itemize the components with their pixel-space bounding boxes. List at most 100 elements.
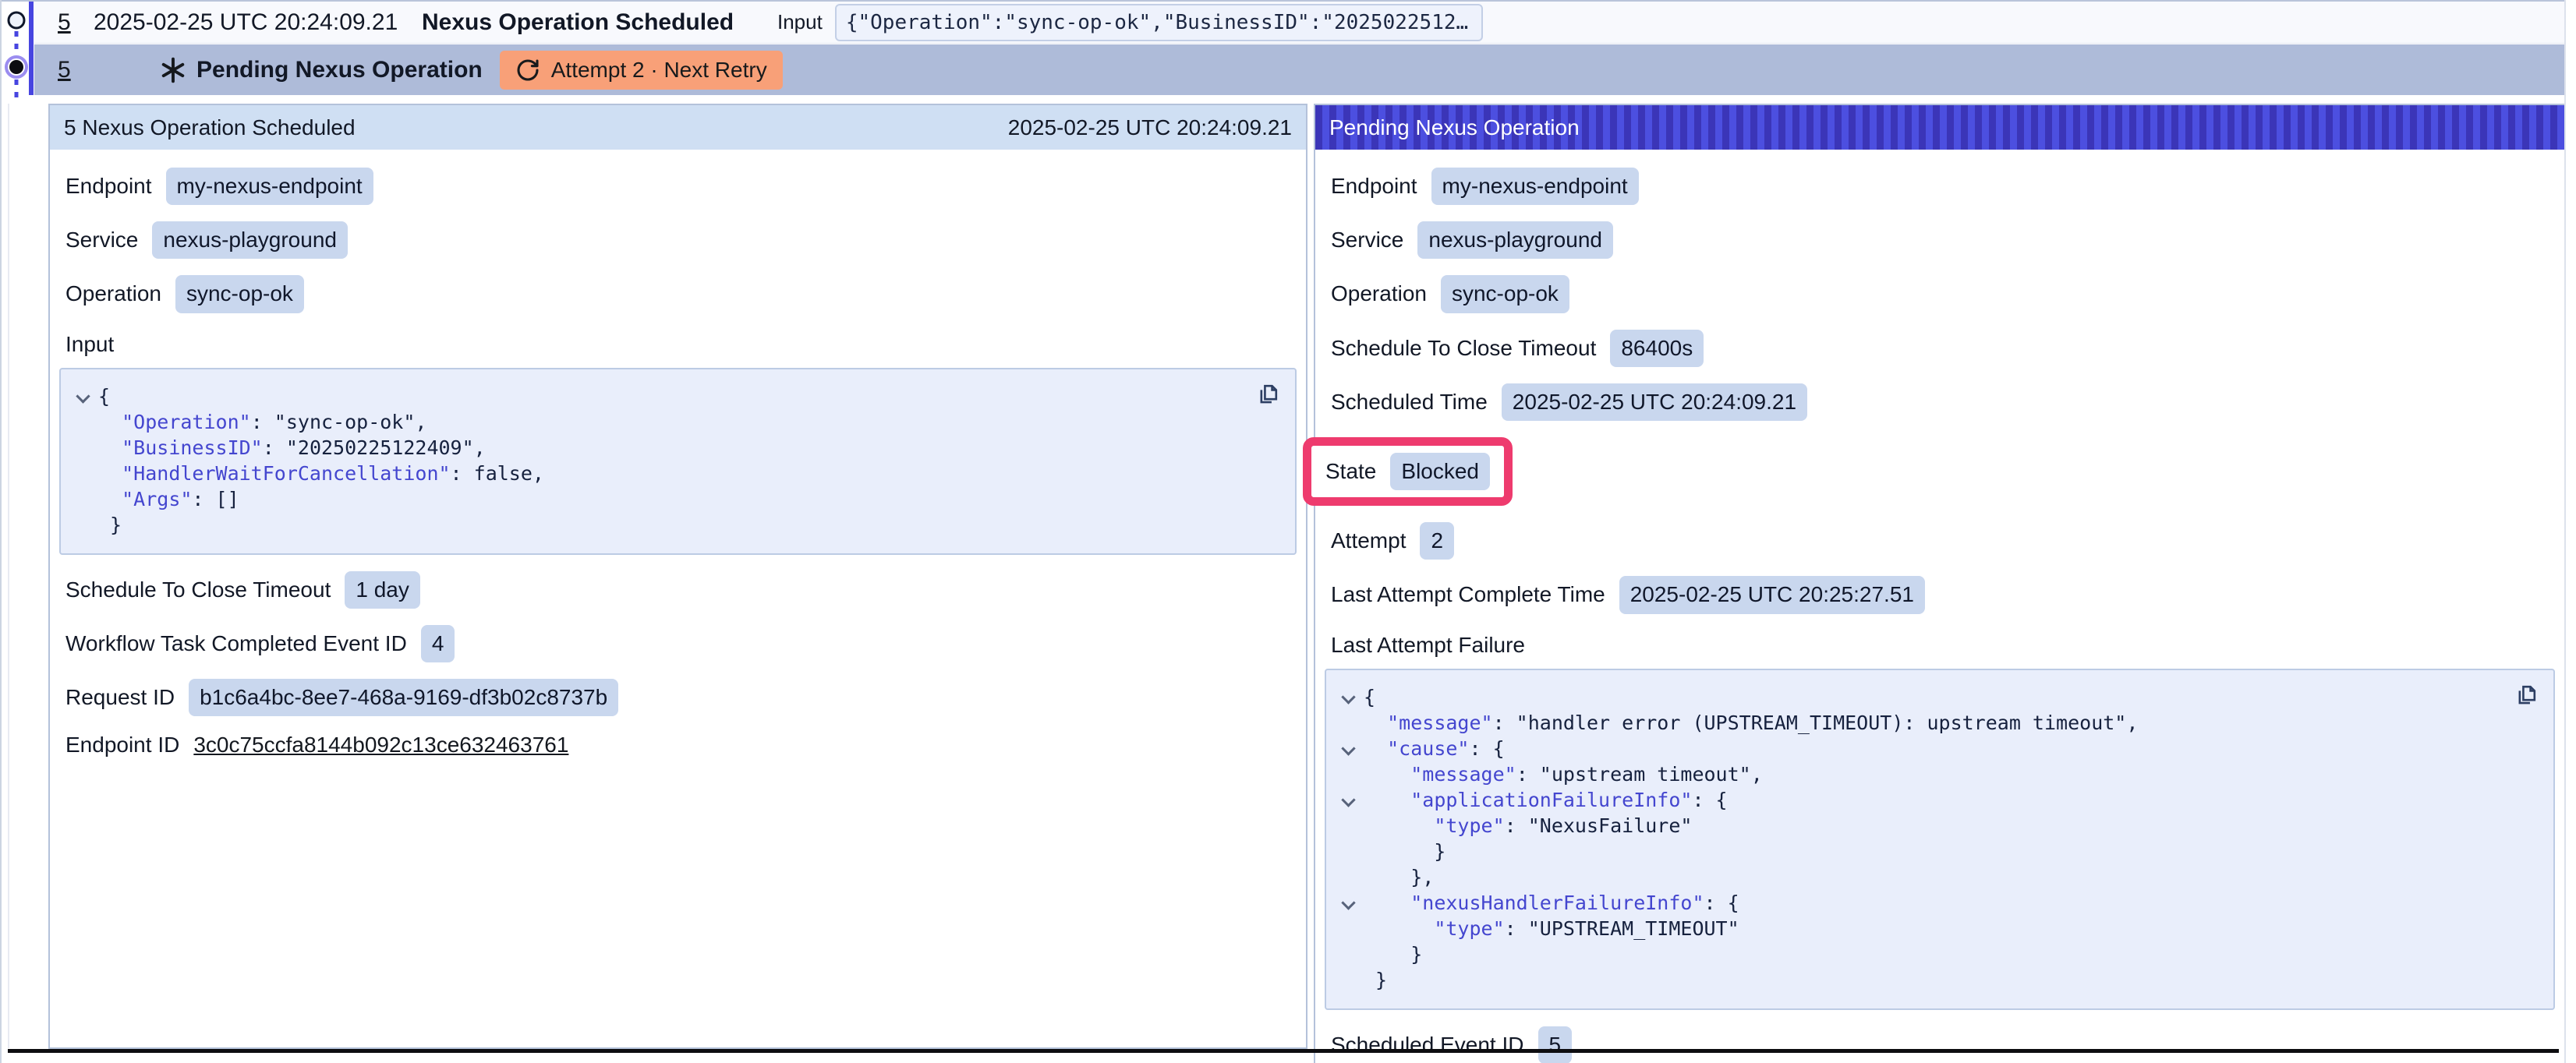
failure-json-viewer: { "message": "handler error (UPSTREAM_TI… [1325, 669, 2555, 1010]
panel-header-scheduled: 5 Nexus Operation Scheduled 2025-02-25 U… [50, 105, 1306, 150]
field-row: Last Attempt Complete Time2025-02-25 UTC… [1331, 576, 2549, 613]
code-gutter [1332, 839, 1364, 864]
panel-timestamp: 2025-02-25 UTC 20:24:09.21 [1008, 115, 1292, 140]
attempt-retry-label: Attempt 2 · Next Retry [551, 58, 767, 83]
event-title: Nexus Operation Scheduled [422, 9, 749, 36]
field-row: Servicenexus-playground [65, 221, 1290, 259]
code-text: "nexusHandlerFailureInfo": { [1364, 890, 1739, 916]
collapse-chevron-icon[interactable] [1341, 895, 1355, 909]
code-text: "type": "NexusFailure" [1364, 813, 1692, 839]
code-gutter [67, 461, 98, 486]
copy-button[interactable] [2514, 681, 2539, 708]
panel-title: 5 Nexus Operation Scheduled [64, 115, 356, 140]
code-line: } [1332, 941, 2539, 967]
bottom-divider [8, 1049, 2559, 1053]
code-gutter [67, 512, 98, 538]
event-id-link[interactable]: 5 [58, 57, 94, 83]
field-value-badge: my-nexus-endpoint [1431, 168, 1639, 205]
event-id-link[interactable]: 5 [58, 9, 94, 36]
code-line: "BusinessID": "20250225122409", [67, 435, 1281, 461]
collapse-chevron-icon[interactable] [1341, 690, 1355, 704]
panel-body: Endpointmy-nexus-endpoint Service nexus-pl… [1315, 150, 2564, 1063]
collapse-chevron-icon[interactable] [1341, 793, 1355, 807]
code-text: } [98, 512, 122, 538]
code-gutter [67, 409, 98, 435]
input-json-viewer: { "Operation": "sync-op-ok", "BusinessID… [59, 368, 1297, 555]
code-gutter [1332, 916, 1364, 941]
field-label: Scheduled Event ID [1331, 1033, 1524, 1058]
event-time: 2025-02-25 UTC 20:24:09.21 [94, 9, 402, 36]
code-text: "applicationFailureInfo": { [1364, 787, 1728, 813]
code-gutter [1332, 736, 1364, 761]
field-label: Last Attempt Complete Time [1331, 582, 1605, 607]
code-line: "message": "handler error (UPSTREAM_TIME… [1332, 710, 2539, 736]
field-row: Endpointmy-nexus-endpoint [1331, 168, 2549, 205]
code-gutter [67, 486, 98, 512]
field-value-badge: my-nexus-endpoint [166, 168, 373, 205]
event-detail-panel-pending: Pending Nexus Operation Endpointmy-nexus… [1314, 104, 2566, 1063]
code-gutter [67, 435, 98, 461]
code-line: "type": "NexusFailure" [1332, 813, 2539, 839]
field-value-badge: sync-op-ok [1441, 275, 1569, 313]
field-row: Scheduled Event ID 5 [1331, 1026, 2549, 1063]
input-label: Input [777, 10, 823, 34]
field-value-link[interactable]: 3c0c75ccfa8144b092c13ce632463761 [193, 733, 568, 758]
retry-icon [515, 58, 540, 83]
frame-border-left [0, 0, 2, 1063]
field-row: Scheduled Time2025-02-25 UTC 20:24:09.21 [1331, 383, 2549, 421]
code-text: } [1364, 839, 1445, 864]
field-value-badge: 2 [1420, 522, 1454, 560]
code-text: "type": "UPSTREAM_TIMEOUT" [1364, 916, 1739, 941]
failure-group-label: Last Attempt Failure [1331, 633, 2549, 658]
field-label: Workflow Task Completed Event ID [65, 631, 407, 656]
code-text: "message": "upstream timeout", [1364, 761, 1763, 787]
collapse-chevron-icon[interactable] [1341, 741, 1355, 755]
field-value-badge: 86400s [1610, 330, 1704, 367]
code-text: "cause": { [1364, 736, 1505, 761]
field-value-badge: 5 [1538, 1026, 1573, 1063]
field-row: Request IDb1c6a4bc-8ee7-468a-9169-df3b02… [65, 679, 1290, 716]
code-line: "type": "UPSTREAM_TIMEOUT" [1332, 916, 2539, 941]
field-value-badge: 1 day [345, 571, 420, 609]
code-line: "cause": { [1332, 736, 2539, 761]
field-row: Attempt 2 [1331, 522, 2549, 560]
field-label: Service [1331, 228, 1403, 253]
code-line: { [67, 383, 1281, 409]
timeline-open-circle-icon [9, 12, 24, 28]
code-line: } [1332, 839, 2539, 864]
code-line: "HandlerWaitForCancellation": false, [67, 461, 1281, 486]
copy-button[interactable] [1256, 380, 1281, 407]
annotation-highlight: State Blocked [1303, 437, 1513, 506]
collapse-chevron-icon[interactable] [76, 389, 90, 403]
field-label: Operation [65, 281, 161, 306]
field-label: Endpoint [65, 174, 152, 199]
code-line: "message": "upstream timeout", [1332, 761, 2539, 787]
code-text: { [1364, 684, 1375, 710]
field-row: Operation sync-op-ok [1331, 275, 2549, 313]
copy-icon [2514, 681, 2539, 708]
field-row: Operationsync-op-ok [65, 275, 1290, 313]
field-row: Schedule To Close Timeout1 day [65, 571, 1290, 609]
field-value-badge: nexus-playground [1417, 221, 1613, 259]
field-label: Operation [1331, 281, 1427, 306]
event-row-scheduled[interactable]: 5 2025-02-25 UTC 20:24:09.21 Nexus Opera… [34, 2, 2565, 44]
code-gutter [1332, 864, 1364, 890]
code-gutter [67, 383, 98, 409]
code-line: { [1332, 684, 2539, 710]
scrollbar-track[interactable] [2564, 0, 2576, 1063]
copy-icon [1256, 380, 1281, 407]
field-row: Service nexus-playground [1331, 221, 2549, 259]
panel-title: Pending Nexus Operation [1329, 115, 1580, 140]
field-value-badge: 2025-02-25 UTC 20:24:09.21 [1502, 383, 1807, 421]
field-value-badge: Blocked [1390, 453, 1490, 490]
code-gutter [1332, 684, 1364, 710]
event-row-pending[interactable]: 5 Pending Nexus Operation Attempt 2 · Ne… [34, 44, 2565, 95]
field-row: Endpoint my-nexus-endpoint [65, 168, 1290, 205]
field-row: Endpoint ID3c0c75ccfa8144b092c13ce632463… [65, 733, 1290, 758]
code-gutter [1332, 787, 1364, 813]
field-label: State [1325, 459, 1376, 484]
panel-body: Endpoint my-nexus-endpoint Servicenexus-pl… [50, 150, 1306, 789]
field-label: Attempt [1331, 528, 1406, 553]
timeline-filled-dot-icon [9, 60, 23, 74]
attempt-retry-badge: Attempt 2 · Next Retry [500, 51, 783, 90]
